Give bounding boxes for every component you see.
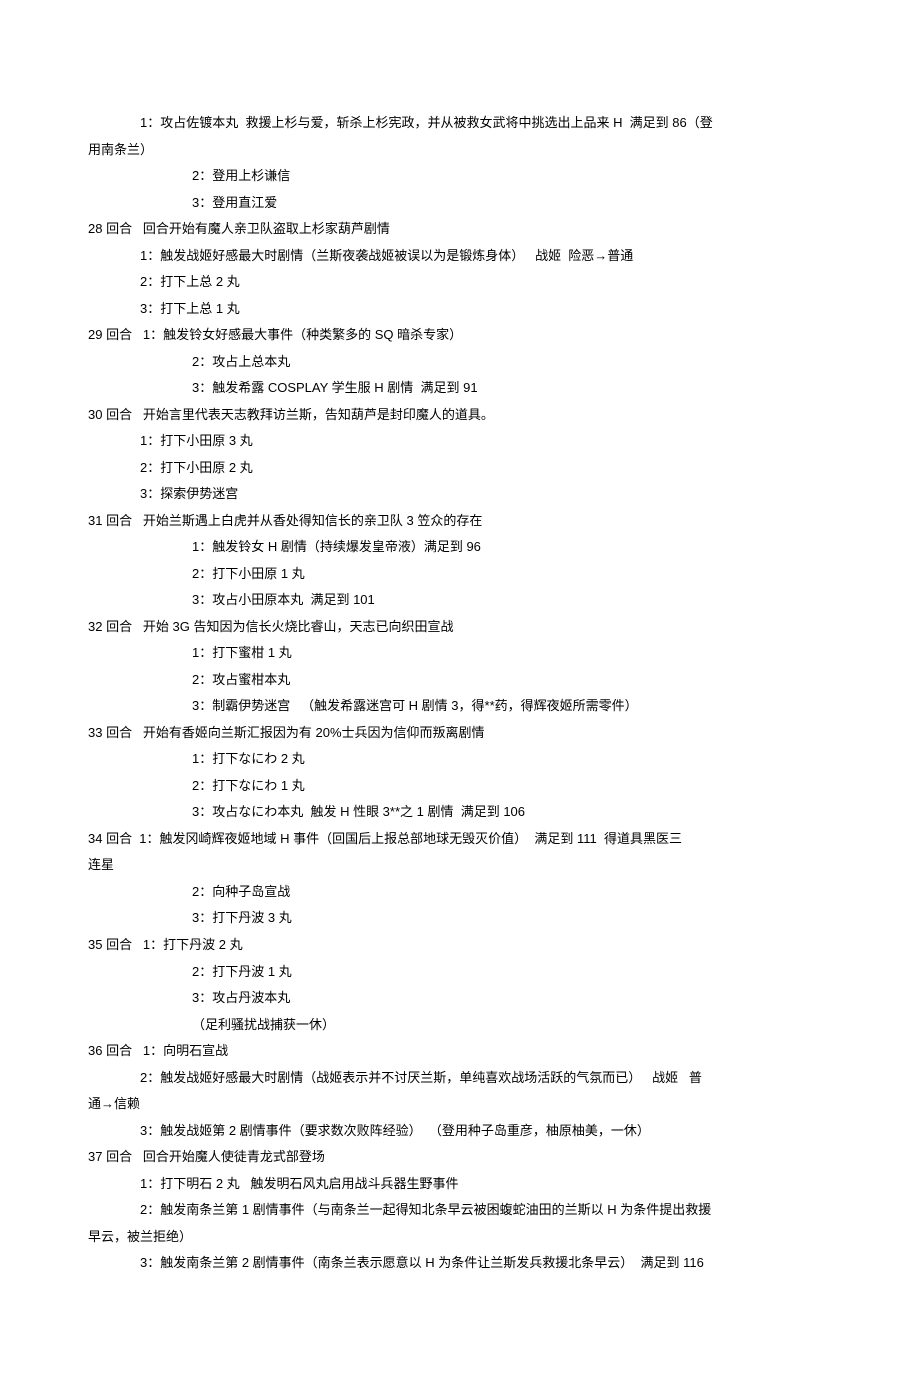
text-line: 3：触发战姬第 2 剧情事件（要求数次败阵经验） （登用种子岛重彦，柚原柚美，一…: [88, 1118, 832, 1145]
text-line: 3：攻占なにわ本丸 触发 H 性眼 3**之 1 剧情 满足到 106: [88, 799, 832, 826]
text-line: 3：攻占丹波本丸: [88, 985, 832, 1012]
text-line: 29 回合 1：触发铃女好感最大事件（种类繁多的 SQ 暗杀专家）: [88, 322, 832, 349]
document-body: 1：攻占佐镀本丸 救援上杉与爱，斩杀上杉宪政，并从被救女武将中挑选出上品来 H …: [88, 110, 832, 1277]
text-line: 3：制霸伊势迷宫 （触发希露迷宫可 H 剧情 3，得**药，得辉夜姬所需零件）: [88, 693, 832, 720]
text-line: 早云，被兰拒绝）: [88, 1224, 832, 1251]
text-line: 30 回合 开始言里代表天志教拜访兰斯，告知葫芦是封印魔人的道具。: [88, 402, 832, 429]
text-line: 2：打下小田原 1 丸: [88, 561, 832, 588]
text-line: 35 回合 1：打下丹波 2 丸: [88, 932, 832, 959]
text-line: 28 回合 回合开始有魔人亲卫队盗取上杉家葫芦剧情: [88, 216, 832, 243]
text-line: 3：攻占小田原本丸 满足到 101: [88, 587, 832, 614]
text-line: 3：打下丹波 3 丸: [88, 905, 832, 932]
text-line: 连星: [88, 852, 832, 879]
text-line: 2：攻占蜜柑本丸: [88, 667, 832, 694]
text-line: 37 回合 回合开始魔人使徒青龙式部登场: [88, 1144, 832, 1171]
text-line: 2：打下小田原 2 丸: [88, 455, 832, 482]
text-line: 1：攻占佐镀本丸 救援上杉与爱，斩杀上杉宪政，并从被救女武将中挑选出上品来 H …: [88, 110, 832, 137]
text-line: 2：触发南条兰第 1 剧情事件（与南条兰一起得知北条早云被困蝮蛇油田的兰斯以 H…: [88, 1197, 832, 1224]
text-line: 通→信赖: [88, 1091, 832, 1118]
text-line: 32 回合 开始 3G 告知因为信长火烧比睿山，天志已向织田宣战: [88, 614, 832, 641]
text-line: 用南条兰）: [88, 137, 832, 164]
text-line: 2：登用上杉谦信: [88, 163, 832, 190]
text-line: 3：探索伊势迷宫: [88, 481, 832, 508]
text-line: 34 回合 1：触发冈崎辉夜姬地域 H 事件（回国后上报总部地球无毁灭价值） 满…: [88, 826, 832, 853]
text-line: 2：打下丹波 1 丸: [88, 959, 832, 986]
text-line: （足利骚扰战捕获一休）: [88, 1012, 832, 1039]
text-line: 1：打下明石 2 丸 触发明石风丸启用战斗兵器生野事件: [88, 1171, 832, 1198]
text-line: 3：打下上总 1 丸: [88, 296, 832, 323]
text-line: 33 回合 开始有香姬向兰斯汇报因为有 20%士兵因为信仰而叛离剧情: [88, 720, 832, 747]
text-line: 2：攻占上总本丸: [88, 349, 832, 376]
text-line: 3：触发南条兰第 2 剧情事件（南条兰表示愿意以 H 为条件让兰斯发兵救援北条早…: [88, 1250, 832, 1277]
text-line: 1：打下蜜柑 1 丸: [88, 640, 832, 667]
text-line: 1：打下なにわ 2 丸: [88, 746, 832, 773]
text-line: 3：登用直江爱: [88, 190, 832, 217]
text-line: 2：打下なにわ 1 丸: [88, 773, 832, 800]
text-line: 1：触发铃女 H 剧情（持续爆发皇帝液）满足到 96: [88, 534, 832, 561]
text-line: 31 回合 开始兰斯遇上白虎并从香处得知信长的亲卫队 3 笠众的存在: [88, 508, 832, 535]
text-line: 3：触发希露 COSPLAY 学生服 H 剧情 满足到 91: [88, 375, 832, 402]
text-line: 1：触发战姬好感最大时剧情（兰斯夜袭战姬被误以为是锻炼身体） 战姬 险恶→普通: [88, 243, 832, 270]
text-line: 36 回合 1：向明石宣战: [88, 1038, 832, 1065]
text-line: 2：触发战姬好感最大时剧情（战姬表示并不讨厌兰斯，单纯喜欢战场活跃的气氛而已） …: [88, 1065, 832, 1092]
text-line: 1：打下小田原 3 丸: [88, 428, 832, 455]
text-line: 2：向种子岛宣战: [88, 879, 832, 906]
text-line: 2：打下上总 2 丸: [88, 269, 832, 296]
